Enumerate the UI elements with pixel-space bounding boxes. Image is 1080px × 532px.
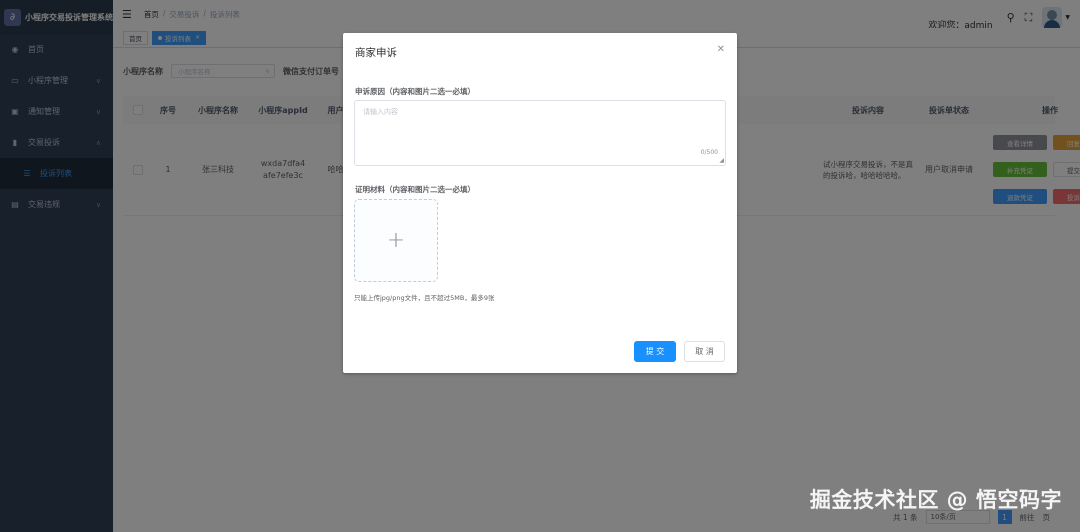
submit-button[interactable]: 提 交	[634, 341, 676, 362]
reason-label: 申诉原因（内容和图片二选一必填）	[355, 87, 475, 96]
reason-placeholder: 请输入内容	[363, 108, 398, 116]
reason-textarea[interactable]: 请输入内容 0/500 ◢	[354, 100, 726, 166]
cancel-button[interactable]: 取 消	[684, 341, 725, 362]
resize-handle-icon[interactable]: ◢	[719, 158, 724, 164]
appeal-dialog: 商家申诉 ✕ 申诉原因（内容和图片二选一必填） 请输入内容 0/500 ◢ 证明…	[343, 33, 737, 373]
image-upload[interactable]: +	[354, 199, 438, 282]
upload-tip: 只能上传jpg/png文件，且不超过5MB，最多9张	[354, 294, 495, 302]
material-label: 证明材料（内容和图片二选一必填）	[355, 185, 475, 194]
close-icon[interactable]: ✕	[717, 44, 725, 55]
dialog-title: 商家申诉	[355, 47, 397, 59]
char-count: 0/500	[700, 149, 718, 156]
plus-icon: +	[386, 228, 406, 253]
watermark: 掘金技术社区 @ 悟空码字	[809, 488, 1062, 512]
